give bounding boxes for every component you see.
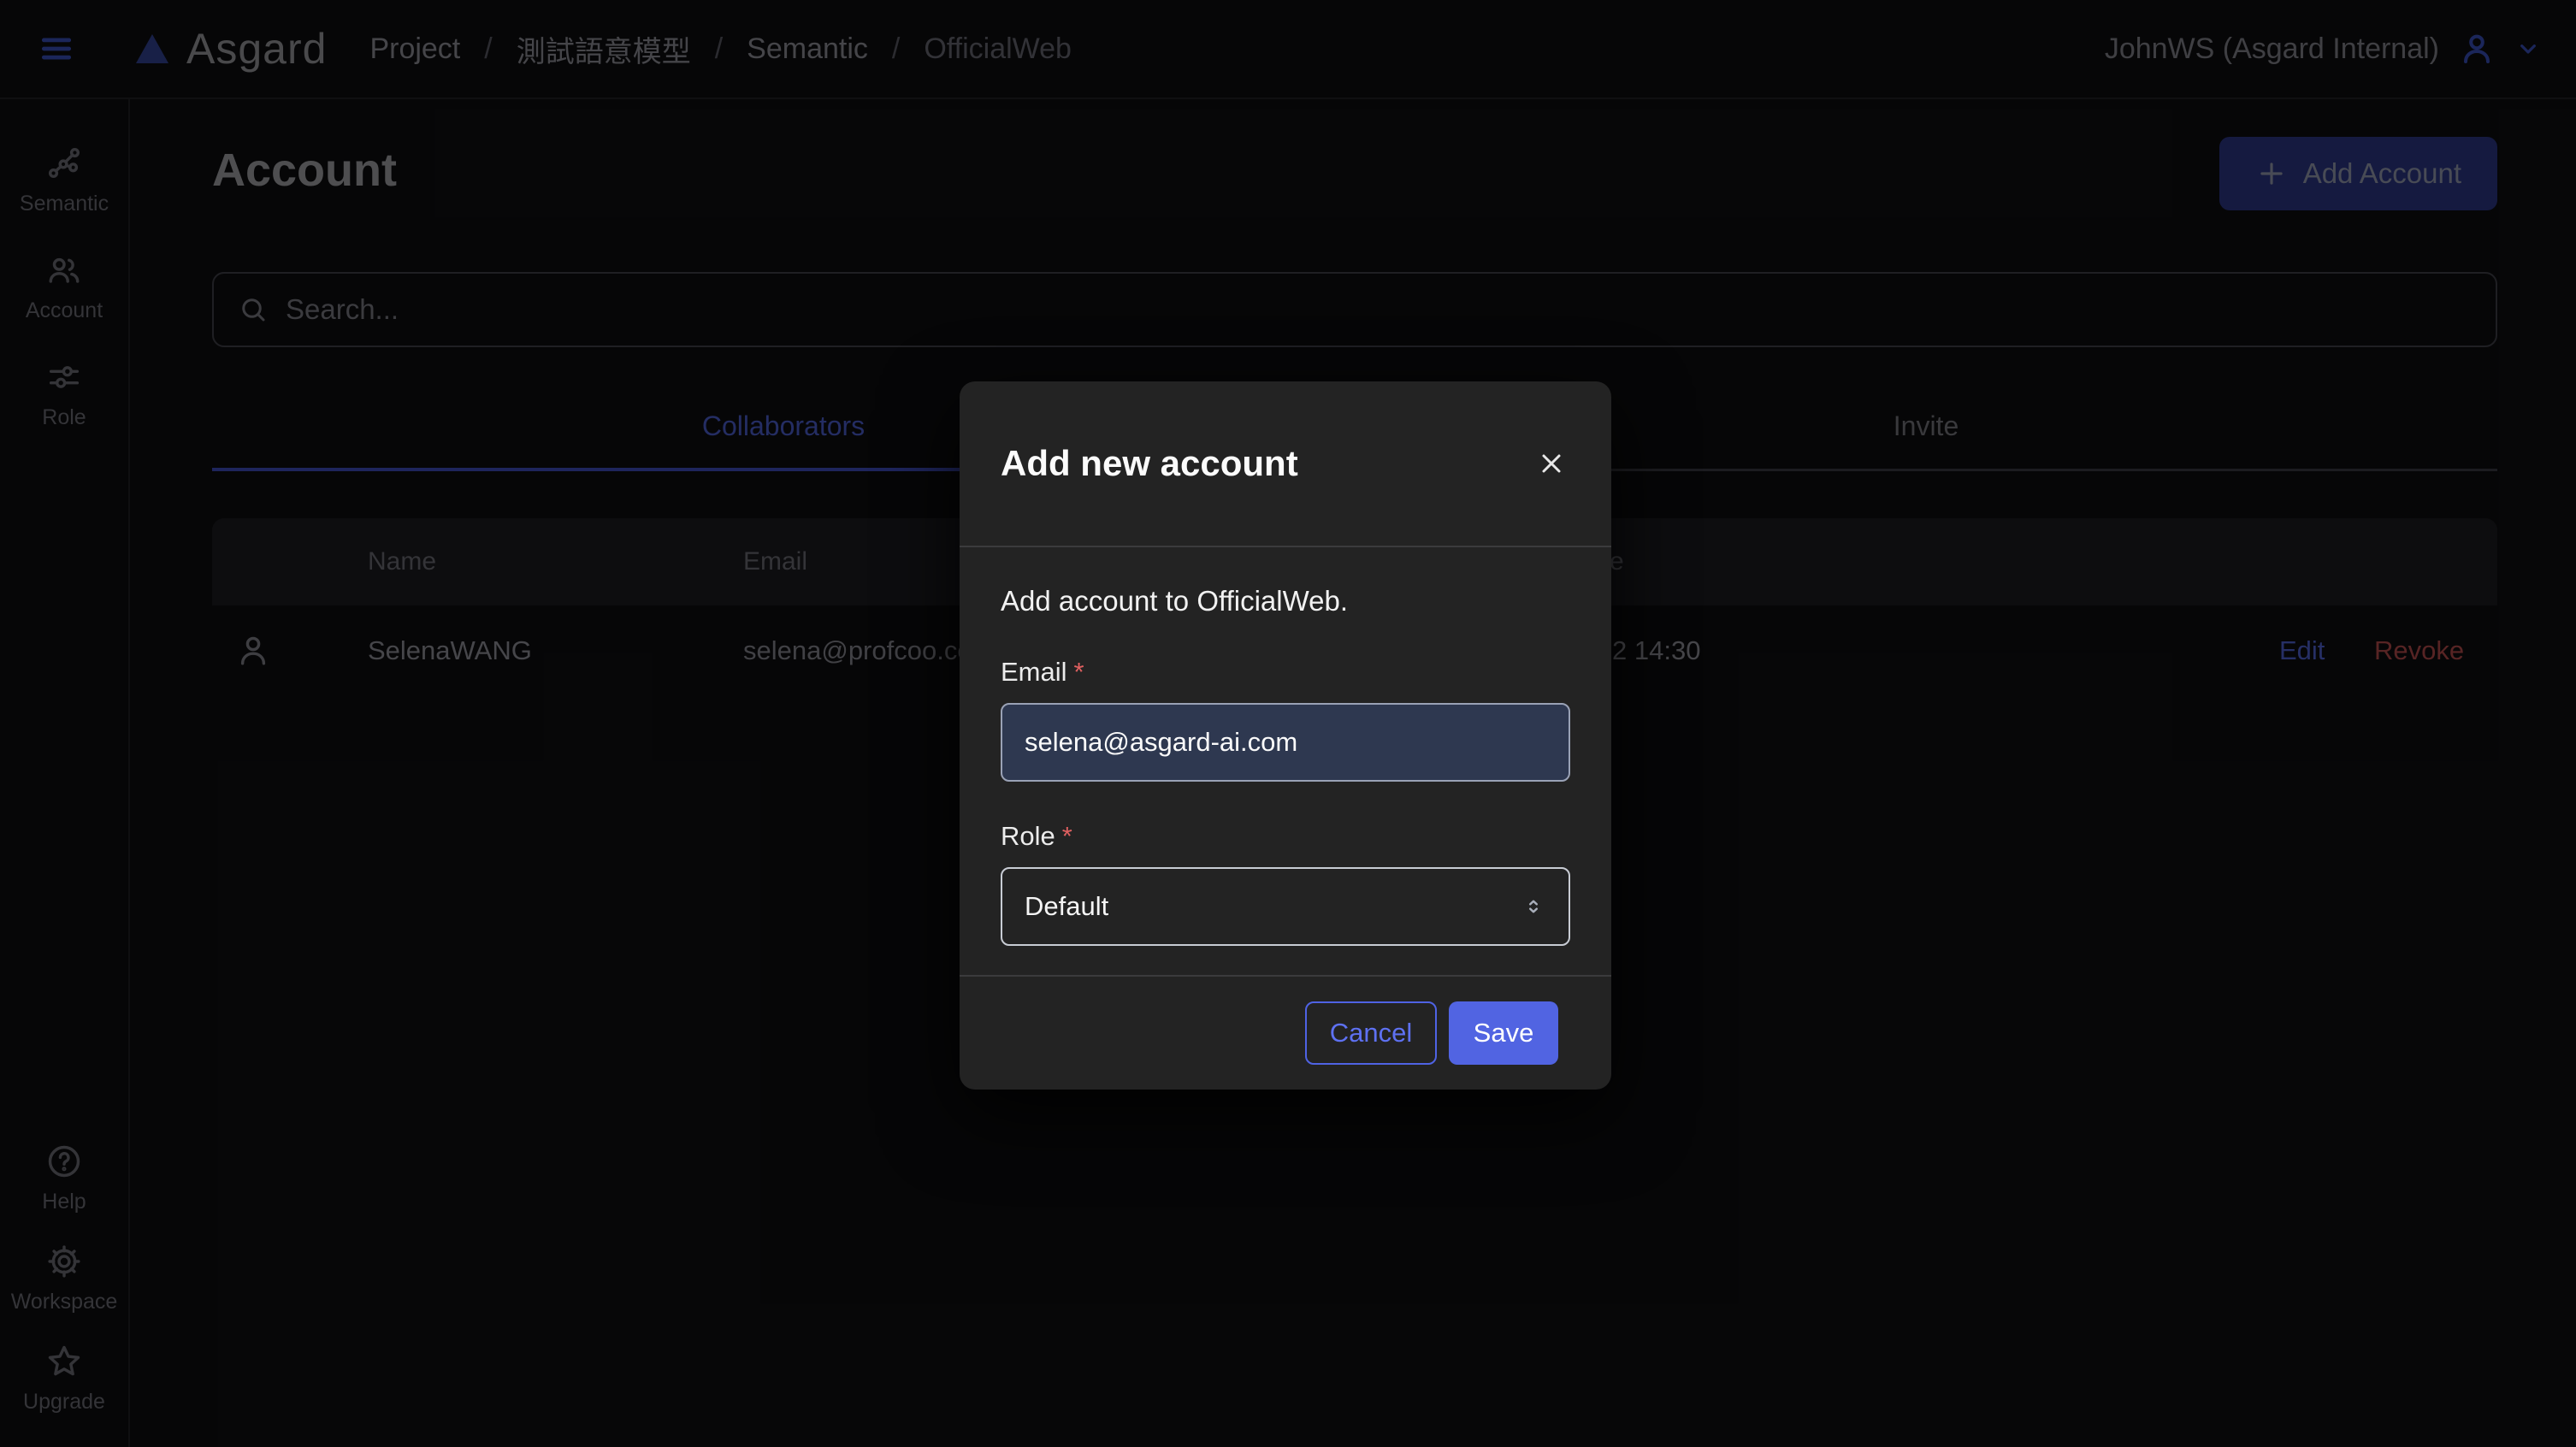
email-label-text: Email	[1001, 657, 1067, 687]
modal-description: Add account to OfficialWeb.	[1001, 585, 1570, 617]
role-select-value: Default	[1025, 891, 1108, 922]
save-button[interactable]: Save	[1449, 1001, 1558, 1065]
email-field-label: Email*	[1001, 657, 1570, 688]
select-updown-icon	[1521, 894, 1546, 919]
modal-header: Add new account	[960, 381, 1611, 547]
add-account-modal: Add new account Add account to OfficialW…	[960, 381, 1611, 1090]
role-label-text: Role	[1001, 821, 1055, 851]
cancel-button[interactable]: Cancel	[1305, 1001, 1437, 1065]
role-field-label: Role*	[1001, 821, 1570, 852]
email-field[interactable]	[1001, 703, 1570, 782]
close-icon[interactable]	[1533, 445, 1570, 482]
modal-footer: Cancel Save	[960, 975, 1611, 1090]
modal-body: Add account to OfficialWeb. Email* Role*…	[960, 547, 1611, 946]
modal-title: Add new account	[1001, 443, 1298, 484]
role-select[interactable]: Default	[1001, 867, 1570, 946]
required-asterisk: *	[1062, 821, 1072, 851]
required-asterisk: *	[1074, 657, 1084, 687]
